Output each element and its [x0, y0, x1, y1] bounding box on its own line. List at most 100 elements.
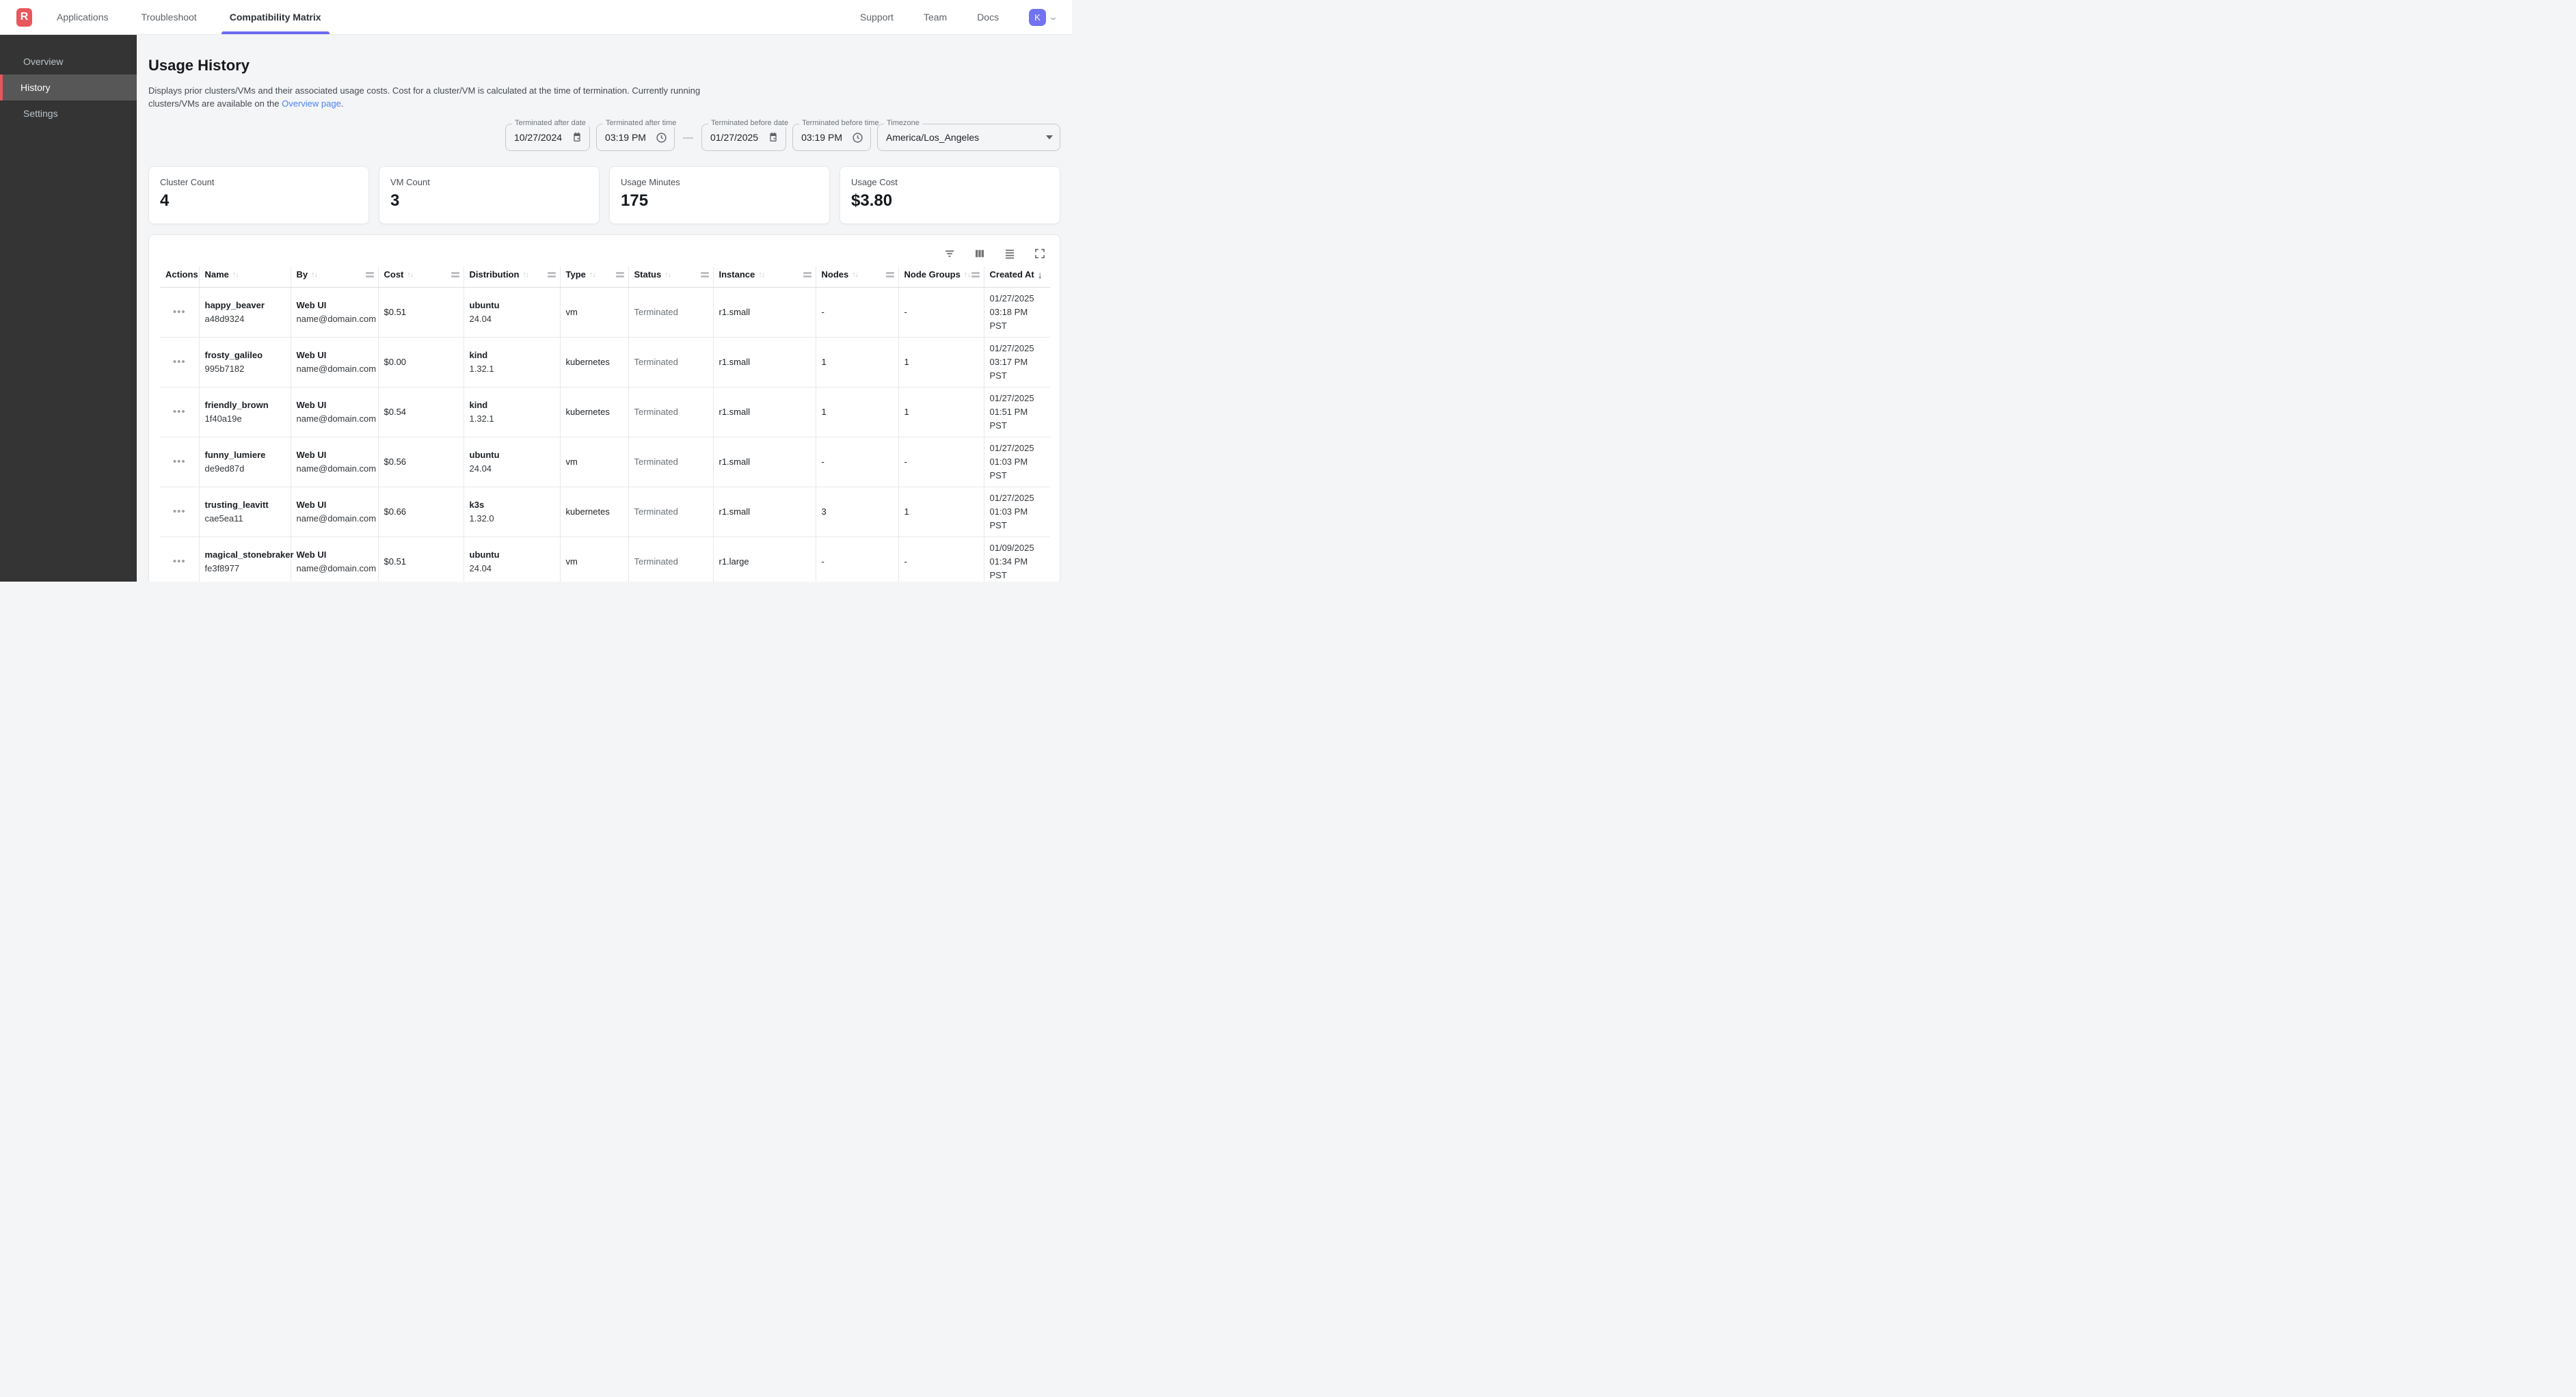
column-menu-icon[interactable]: [548, 271, 556, 280]
clock-icon[interactable]: [852, 132, 863, 144]
node-groups-value: -: [904, 556, 907, 567]
terminated-before-time-value[interactable]: 03:19 PM: [801, 132, 842, 143]
range-separator: —: [681, 132, 695, 144]
sort-icon[interactable]: ↑↓: [407, 271, 413, 279]
account-menu[interactable]: K ⌄: [1029, 9, 1057, 26]
created-time: 03:18 PM PST: [990, 306, 1045, 333]
created-date: 01/09/2025: [990, 541, 1045, 555]
created-by-email-link[interactable]: name@domain.com: [297, 562, 373, 575]
cluster-id: 1f40a19e: [205, 412, 285, 426]
instance-value: r1.small: [719, 407, 751, 417]
sort-icon[interactable]: ↑↓: [964, 271, 970, 279]
column-header-created-at[interactable]: Created At↓: [984, 267, 1050, 287]
terminated-after-date-field[interactable]: Terminated after date 10/27/2024: [505, 124, 590, 151]
column-header-name[interactable]: Name↑↓: [199, 267, 291, 287]
docs-link[interactable]: Docs: [977, 12, 999, 23]
column-header-nodes[interactable]: Nodes↑↓: [816, 267, 898, 287]
filter-icon[interactable]: [943, 247, 956, 260]
row-actions-button[interactable]: •••: [165, 506, 193, 517]
tab-compatibility-matrix[interactable]: Compatibility Matrix: [230, 0, 321, 34]
sort-icon[interactable]: ↑↓: [311, 271, 317, 279]
status-value: Terminated: [634, 407, 678, 417]
clock-icon[interactable]: [656, 132, 667, 144]
tab-applications[interactable]: Applications: [57, 0, 109, 34]
sidebar-item-history[interactable]: History: [0, 74, 137, 100]
fullscreen-icon[interactable]: [1034, 247, 1046, 260]
status-value: Terminated: [634, 556, 678, 567]
sort-icon[interactable]: ↑↓: [522, 271, 528, 279]
column-header-by[interactable]: By↑↓: [291, 267, 378, 287]
terminated-after-time-field[interactable]: Terminated after time 03:19 PM: [596, 124, 675, 151]
team-link[interactable]: Team: [924, 12, 947, 23]
terminated-before-time-field[interactable]: Terminated before time 03:19 PM: [792, 124, 871, 151]
timezone-select[interactable]: Timezone America/Los_Angeles: [877, 124, 1060, 151]
terminated-before-date-field[interactable]: Terminated before date 01/27/2025: [701, 124, 786, 151]
stat-value: 3: [390, 191, 588, 211]
created-date: 01/27/2025: [990, 392, 1045, 405]
column-header-status[interactable]: Status↑↓: [628, 267, 713, 287]
stat-card-usage-minutes: Usage Minutes 175: [609, 166, 830, 224]
column-menu-icon[interactable]: [616, 271, 624, 280]
chevron-down-icon: ⌄: [1048, 12, 1058, 23]
column-header-type[interactable]: Type↑↓: [560, 267, 628, 287]
created-by: Web UI: [297, 548, 373, 562]
created-by-email-link[interactable]: name@domain.com: [297, 462, 373, 476]
created-by: Web UI: [297, 398, 373, 412]
column-header-node-groups[interactable]: Node Groups↑↓: [898, 267, 984, 287]
terminated-after-time-value[interactable]: 03:19 PM: [605, 132, 646, 143]
primary-tabs: Applications Troubleshoot Compatibility …: [57, 0, 321, 34]
column-header-actions: Actions: [160, 267, 199, 287]
stat-value: $3.80: [851, 191, 1049, 211]
row-actions-button[interactable]: •••: [165, 456, 193, 467]
column-menu-icon[interactable]: [701, 271, 709, 280]
replicated-logo[interactable]: R: [16, 8, 32, 27]
created-by-email-link[interactable]: name@domain.com: [297, 362, 373, 376]
column-menu-icon[interactable]: [451, 271, 459, 280]
nodes-value: 1: [822, 407, 827, 417]
created-by-email-link[interactable]: name@domain.com: [297, 512, 373, 526]
column-menu-icon[interactable]: [366, 271, 374, 280]
sidebar: Overview History Settings: [0, 35, 137, 582]
support-link[interactable]: Support: [860, 12, 894, 23]
cluster-name: funny_lumiere: [205, 448, 285, 462]
row-actions-button[interactable]: •••: [165, 356, 193, 368]
terminated-before-date-value[interactable]: 01/27/2025: [710, 132, 758, 143]
sort-icon[interactable]: ↑↓: [589, 271, 595, 279]
tab-troubleshoot[interactable]: Troubleshoot: [142, 0, 197, 34]
columns-icon[interactable]: [974, 247, 986, 260]
column-header-distribution[interactable]: Distribution↑↓: [464, 267, 560, 287]
column-header-cost[interactable]: Cost↑↓: [378, 267, 464, 287]
column-menu-icon[interactable]: [971, 271, 980, 280]
column-menu-icon[interactable]: [886, 271, 894, 280]
calendar-icon[interactable]: [768, 132, 779, 143]
stat-card-vm-count: VM Count 3: [379, 166, 600, 224]
row-actions-button[interactable]: •••: [165, 306, 193, 318]
table-row: ••• funny_lumierede9ed87d Web UIname@dom…: [160, 437, 1050, 487]
instance-value: r1.small: [719, 307, 751, 317]
sort-icon[interactable]: ↑↓: [232, 271, 239, 279]
row-actions-button[interactable]: •••: [165, 406, 193, 418]
calendar-icon[interactable]: [572, 132, 582, 143]
type-value: vm: [566, 307, 578, 317]
table-row: ••• friendly_brown1f40a19e Web UIname@do…: [160, 387, 1050, 437]
terminated-after-date-label: Terminated after date: [512, 119, 589, 127]
stat-card-cluster-count: Cluster Count 4: [148, 166, 369, 224]
sort-desc-icon[interactable]: ↓: [1038, 269, 1043, 280]
column-header-instance[interactable]: Instance↑↓: [713, 267, 816, 287]
nodes-value: 3: [822, 506, 827, 517]
sort-icon[interactable]: ↑↓: [758, 271, 764, 279]
sort-icon[interactable]: ↑↓: [665, 271, 671, 279]
created-by-email-link[interactable]: name@domain.com: [297, 312, 373, 326]
instance-value: r1.large: [719, 556, 749, 567]
row-actions-button[interactable]: •••: [165, 556, 193, 567]
sort-icon[interactable]: ↑↓: [852, 271, 858, 279]
stat-label: Usage Cost: [851, 177, 1049, 187]
terminated-after-date-value[interactable]: 10/27/2024: [514, 132, 562, 143]
created-by-email-link[interactable]: name@domain.com: [297, 412, 373, 426]
instance-value: r1.small: [719, 506, 751, 517]
overview-page-link[interactable]: Overview page: [282, 98, 341, 109]
column-menu-icon[interactable]: [803, 271, 811, 280]
density-icon[interactable]: [1004, 247, 1016, 260]
sidebar-item-overview[interactable]: Overview: [0, 49, 137, 74]
sidebar-item-settings[interactable]: Settings: [0, 100, 137, 126]
